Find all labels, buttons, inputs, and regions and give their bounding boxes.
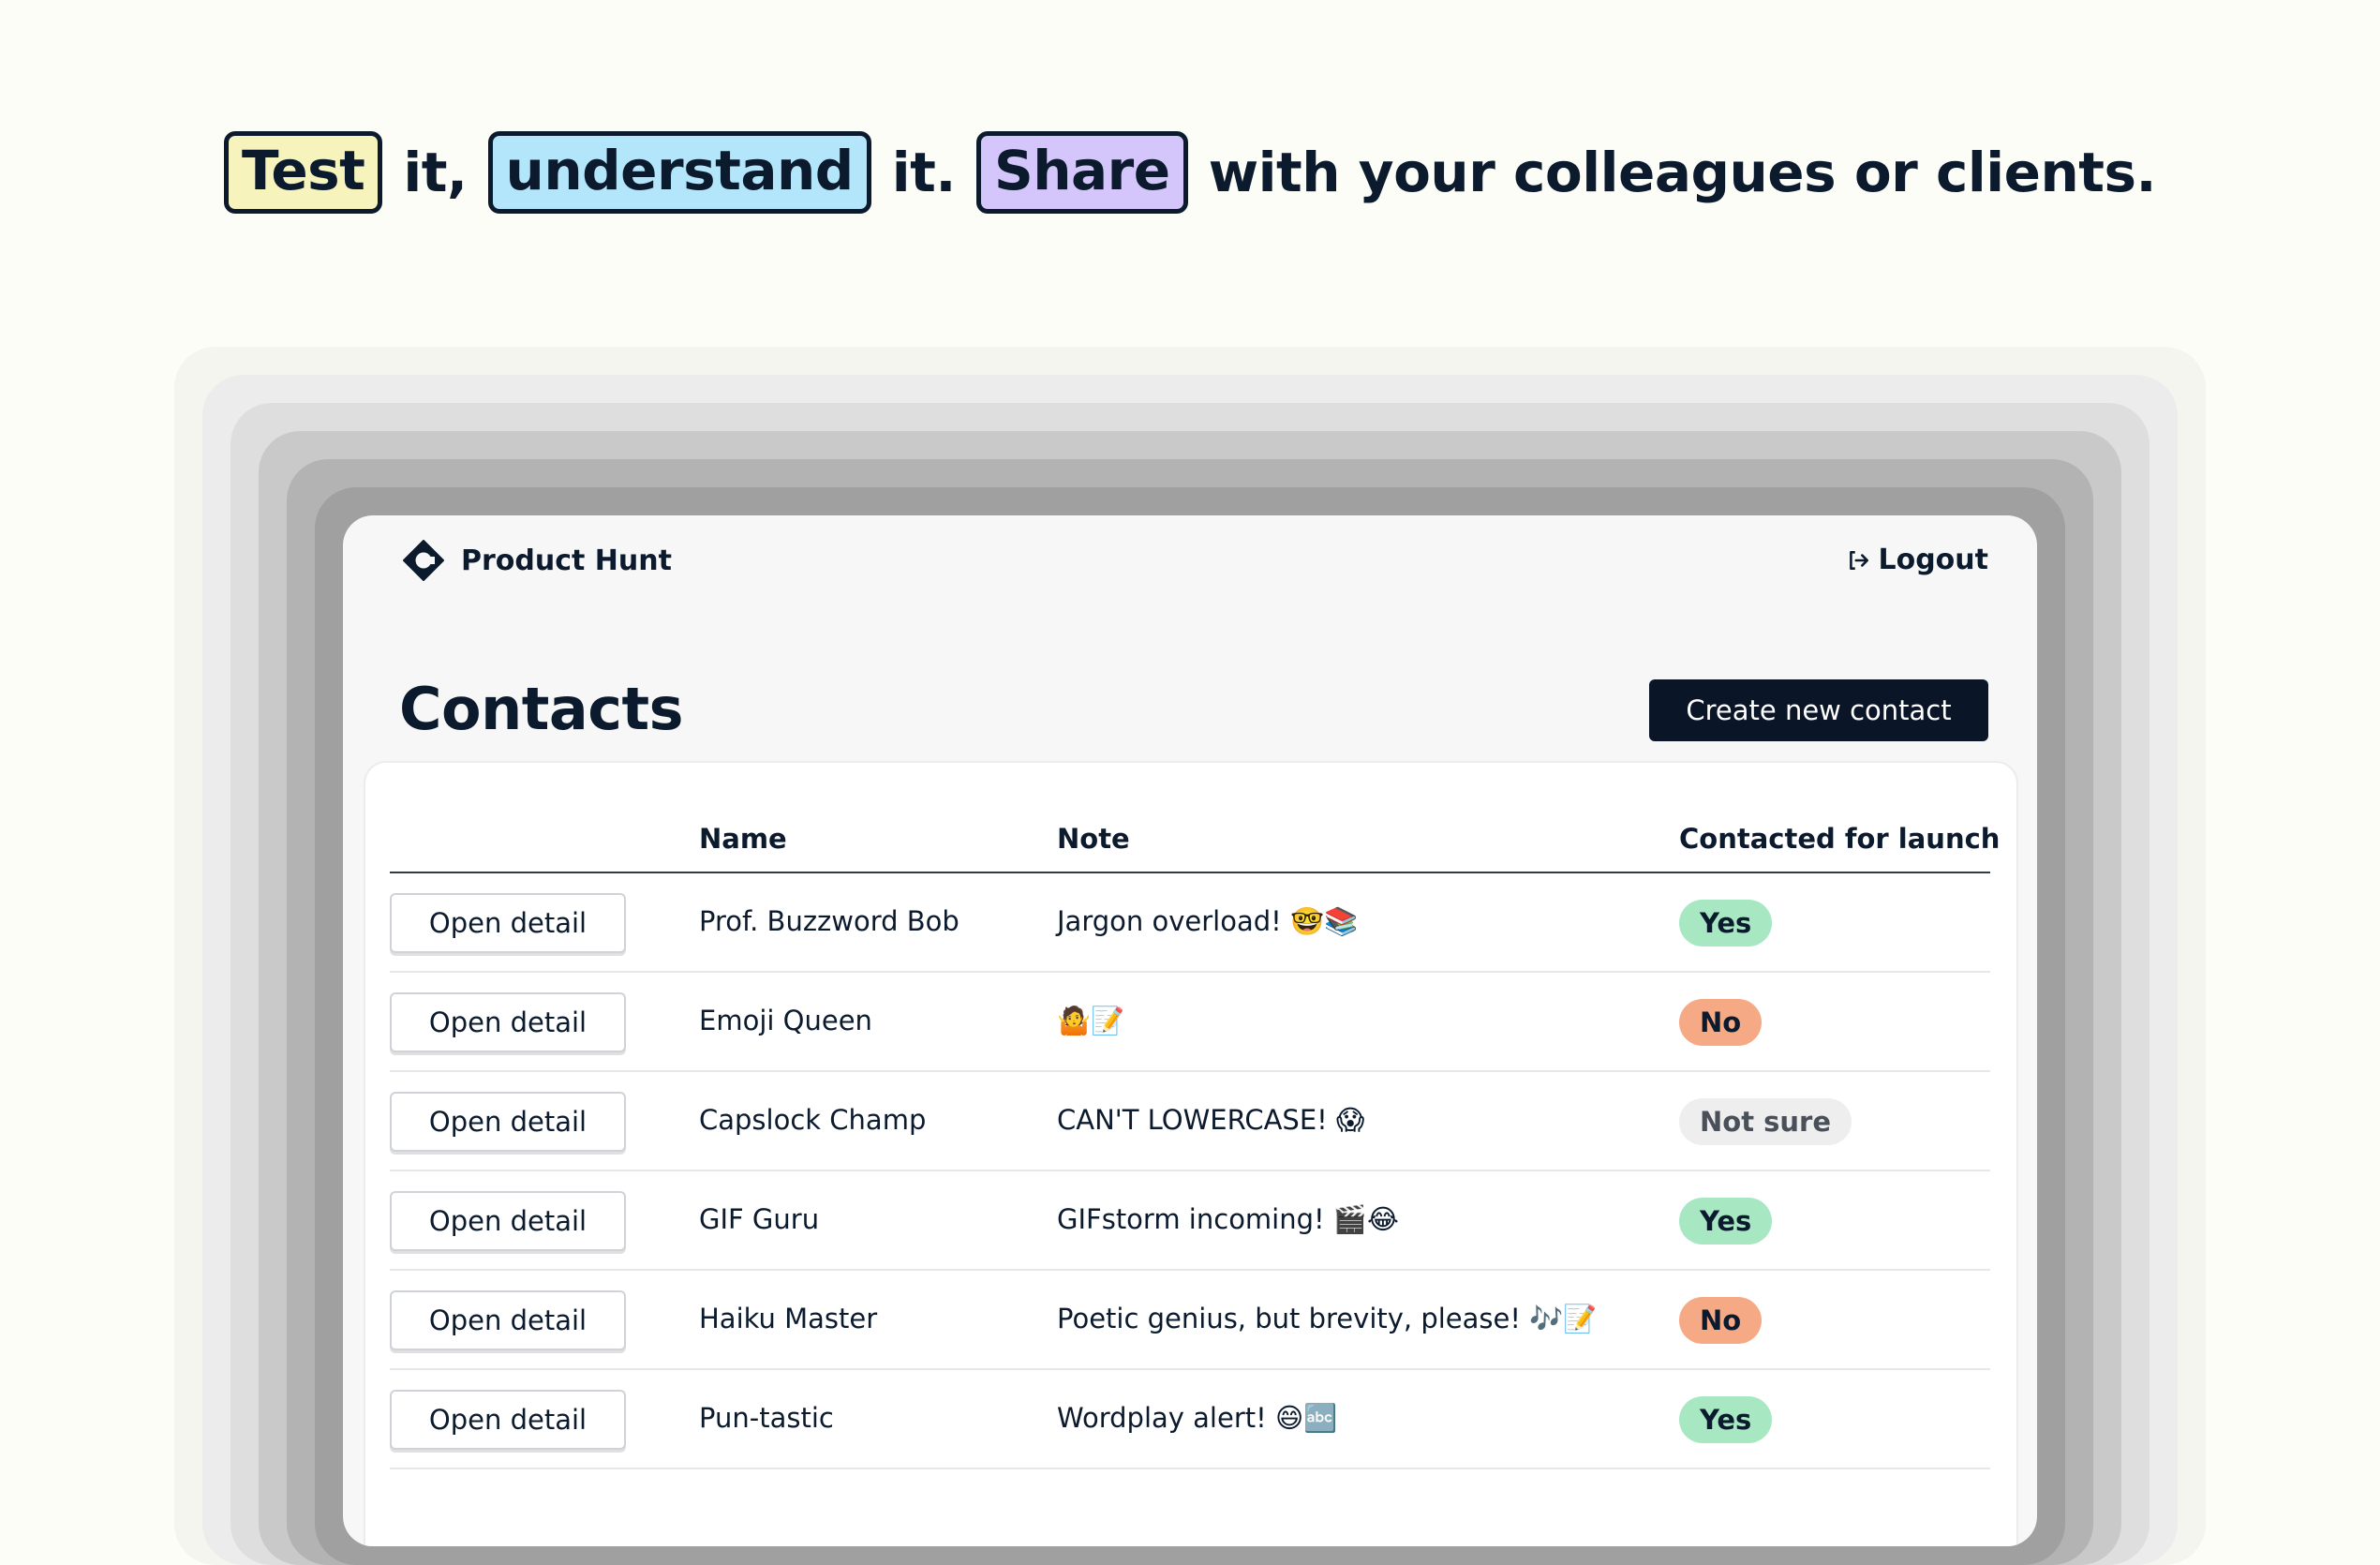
logout-label: Logout [1878, 544, 1988, 576]
headline: Test it, understand it. Share with your … [0, 131, 2380, 214]
column-header-note: Note [1057, 823, 1130, 855]
table-row: Open detail Emoji Queen 🤷📝 No [390, 973, 1990, 1072]
contact-name: GIF Guru [699, 1203, 820, 1235]
contact-name: Prof. Buzzword Bob [699, 905, 959, 937]
headline-text-1: it, [403, 141, 468, 204]
brand-name: Product Hunt [461, 544, 672, 577]
contacts-table: Name Note Contacted for launch Open deta… [364, 761, 2018, 1546]
logout-button[interactable]: Logout [1846, 544, 1988, 576]
contact-note: 🤷📝 [1057, 1005, 1125, 1036]
contact-note: GIFstorm incoming! 🎬😂 [1057, 1203, 1399, 1235]
contact-name: Pun-tastic [699, 1402, 834, 1434]
headline-word-test: Test [223, 131, 383, 214]
contact-note: CAN'T LOWERCASE! 😱 [1057, 1104, 1365, 1136]
table-row: Open detail Prof. Buzzword Bob Jargon ov… [390, 873, 1990, 973]
table-header: Name Note Contacted for launch [390, 763, 2000, 873]
status-badge: Yes [1679, 1396, 1773, 1443]
headline-word-share: Share [975, 131, 1188, 214]
create-contact-button[interactable]: Create new contact [1649, 679, 1988, 741]
brand[interactable]: Product Hunt [403, 540, 672, 581]
app-window: Product Hunt Logout Contacts Create new … [343, 515, 2037, 1546]
open-detail-button[interactable]: Open detail [390, 1390, 626, 1450]
contact-name: Haiku Master [699, 1303, 878, 1334]
contact-name: Capslock Champ [699, 1104, 927, 1136]
open-detail-button[interactable]: Open detail [390, 893, 626, 953]
contact-name: Emoji Queen [699, 1005, 872, 1036]
status-badge: Yes [1679, 900, 1773, 946]
status-badge: No [1679, 999, 1763, 1046]
status-badge: No [1679, 1297, 1763, 1344]
table-row: Open detail GIF Guru GIFstorm incoming! … [390, 1171, 1990, 1271]
headline-text-2: it. [891, 141, 957, 204]
status-badge: Yes [1679, 1198, 1773, 1245]
contact-note: Jargon overload! 🤓📚 [1057, 905, 1359, 937]
open-detail-button[interactable]: Open detail [390, 1191, 626, 1251]
open-detail-button[interactable]: Open detail [390, 992, 626, 1052]
table-row: Open detail Pun-tastic Wordplay alert! 😄… [390, 1370, 1990, 1469]
table-body: Open detail Prof. Buzzword Bob Jargon ov… [390, 873, 1990, 1469]
headline-word-understand: understand [487, 131, 871, 214]
column-header-contacted: Contacted for launch [1679, 823, 2001, 855]
logout-icon [1850, 550, 1869, 570]
page-title: Contacts [399, 675, 684, 743]
table-row: Open detail Haiku Master Poetic genius, … [390, 1271, 1990, 1370]
column-header-name: Name [699, 823, 787, 855]
status-badge: Not sure [1679, 1098, 1852, 1145]
contact-note: Poetic genius, but brevity, please! 🎶📝 [1057, 1303, 1598, 1334]
contact-note: Wordplay alert! 😄🔤 [1057, 1402, 1338, 1434]
product-hunt-logo-icon [403, 540, 444, 581]
open-detail-button[interactable]: Open detail [390, 1290, 626, 1350]
table-row: Open detail Capslock Champ CAN'T LOWERCA… [390, 1072, 1990, 1171]
open-detail-button[interactable]: Open detail [390, 1092, 626, 1152]
headline-text-3: with your colleagues or clients. [1208, 141, 2157, 204]
